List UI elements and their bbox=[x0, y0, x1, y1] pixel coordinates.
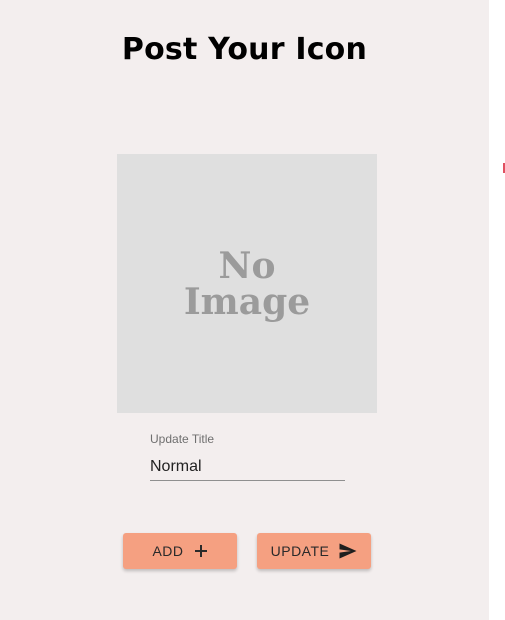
page-title: Post Your Icon bbox=[121, 32, 368, 67]
no-image-placeholder-text: No Image bbox=[183, 244, 311, 323]
update-title-field: Update Title bbox=[150, 432, 345, 482]
update-title-label: Update Title bbox=[150, 432, 215, 446]
send-icon bbox=[339, 543, 357, 559]
update-title-input[interactable] bbox=[150, 454, 345, 481]
post-icon-panel: Post Your Icon No Image Update Title ADD… bbox=[0, 0, 489, 620]
icon-image-preview: No Image bbox=[117, 154, 377, 413]
add-button-label: ADD bbox=[152, 543, 184, 559]
update-button[interactable]: UPDATE bbox=[257, 533, 371, 569]
plus-icon bbox=[194, 544, 208, 558]
add-button[interactable]: ADD bbox=[123, 533, 237, 569]
update-button-label: UPDATE bbox=[270, 543, 330, 559]
